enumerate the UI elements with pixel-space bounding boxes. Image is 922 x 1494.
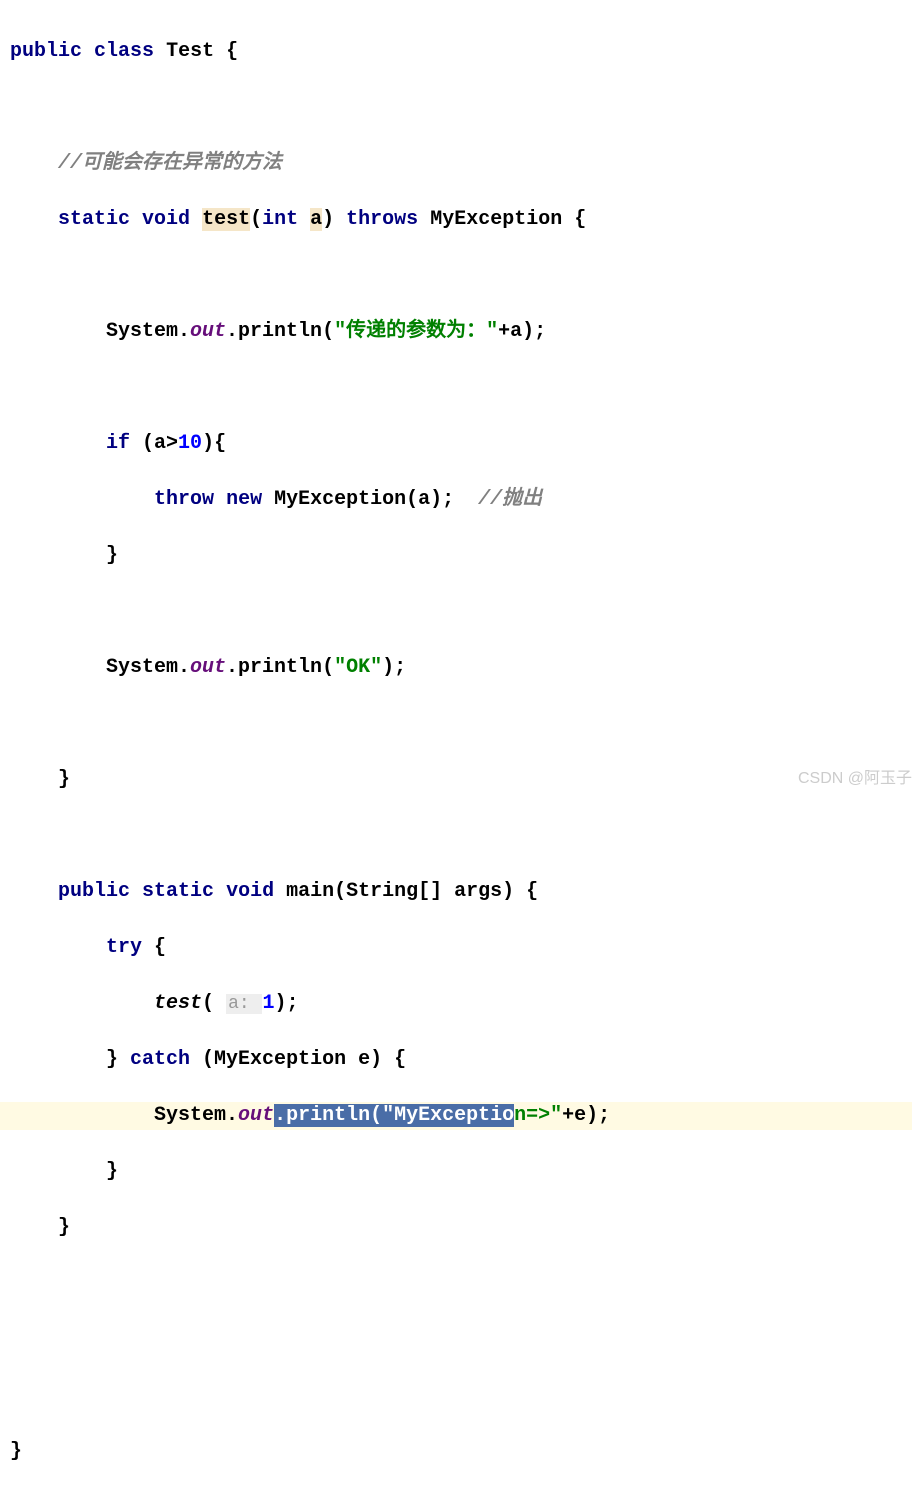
out-field: out xyxy=(190,656,226,679)
close-brace: } xyxy=(58,768,70,791)
keyword-static: static xyxy=(142,880,214,903)
suffix: +e); xyxy=(562,1104,610,1127)
exception-type: MyException { xyxy=(418,208,586,231)
keyword-public: public xyxy=(58,880,130,903)
brace: } xyxy=(106,1048,130,1071)
paren: ( xyxy=(202,992,226,1015)
method-name-highlighted: test xyxy=(202,208,250,231)
keyword-try: try xyxy=(106,936,142,959)
code-line[interactable]: if (a>10){ xyxy=(10,430,922,458)
code-line[interactable]: static void test(int a) throws MyExcepti… xyxy=(10,206,922,234)
keyword-new: new xyxy=(226,488,262,511)
blank-line[interactable] xyxy=(10,262,922,290)
keyword-void: void xyxy=(142,208,190,231)
system-prefix: System. xyxy=(106,320,190,343)
blank-line[interactable] xyxy=(10,1270,922,1298)
code-line[interactable]: throw new MyException(a); //抛出 xyxy=(10,486,922,514)
comment: //抛出 xyxy=(478,488,542,511)
number-literal: 10 xyxy=(178,432,202,455)
keyword-if: if xyxy=(106,432,130,455)
parameter-hint: a: xyxy=(226,994,262,1014)
string-literal: "传递的参数为：" xyxy=(334,320,498,343)
code-line[interactable]: public static void main(String[] args) { xyxy=(10,878,922,906)
keyword-throws: throws xyxy=(346,208,418,231)
selected-text: .println("MyExceptio xyxy=(274,1104,514,1127)
blank-line[interactable] xyxy=(10,710,922,738)
code-line[interactable]: test( a: 1); xyxy=(10,990,922,1018)
code-line[interactable]: } xyxy=(10,542,922,570)
keyword-int: int xyxy=(262,208,298,231)
string-literal: "OK" xyxy=(334,656,382,679)
keyword-static: static xyxy=(58,208,130,231)
out-field: out xyxy=(238,1104,274,1127)
method-call: test xyxy=(154,992,202,1015)
suffix: +a); xyxy=(498,320,546,343)
system-prefix: System. xyxy=(106,656,190,679)
keyword-class: class xyxy=(94,40,154,63)
close-brace: } xyxy=(106,1160,118,1183)
code-line[interactable]: } xyxy=(10,1438,922,1466)
throw-expr: MyException(a); xyxy=(262,488,478,511)
keyword-public: public xyxy=(10,40,82,63)
comment: //可能会存在异常的方法 xyxy=(58,152,282,175)
code-editor[interactable]: public class Test { //可能会存在异常的方法 static … xyxy=(0,10,922,1494)
paren: ) xyxy=(322,208,346,231)
blank-line[interactable] xyxy=(10,374,922,402)
blank-line[interactable] xyxy=(10,822,922,850)
condition-end: ){ xyxy=(202,432,226,455)
code-line[interactable]: } xyxy=(10,1214,922,1242)
close-brace: } xyxy=(10,1440,22,1463)
keyword-void: void xyxy=(226,880,274,903)
keyword-catch: catch xyxy=(130,1048,190,1071)
params: (String[] args) { xyxy=(334,880,538,903)
catch-params: (MyException e) { xyxy=(190,1048,406,1071)
out-field: out xyxy=(190,320,226,343)
class-name: Test xyxy=(166,40,214,63)
blank-line[interactable] xyxy=(10,94,922,122)
brace: { xyxy=(142,936,166,959)
code-line[interactable]: System.out.println("传递的参数为："+a); xyxy=(10,318,922,346)
code-line[interactable]: public class Test { xyxy=(10,38,922,66)
close-brace: } xyxy=(106,544,118,567)
method-call: .println( xyxy=(226,320,334,343)
paren: ); xyxy=(274,992,298,1015)
code-line[interactable]: } xyxy=(10,1158,922,1186)
close-brace: } xyxy=(58,1216,70,1239)
number-literal: 1 xyxy=(262,992,274,1015)
suffix: ); xyxy=(382,656,406,679)
brace: { xyxy=(214,40,238,63)
code-line[interactable]: System.out.println("OK"); xyxy=(10,654,922,682)
method-call: .println( xyxy=(226,656,334,679)
code-line[interactable]: } xyxy=(10,766,922,794)
string-literal: n=>" xyxy=(514,1104,562,1127)
code-line[interactable]: try { xyxy=(10,934,922,962)
method-name: main xyxy=(286,880,334,903)
paren: ( xyxy=(250,208,262,231)
highlighted-code-line[interactable]: System.out.println("MyException=>"+e); xyxy=(0,1102,912,1130)
system-prefix: System. xyxy=(154,1104,238,1127)
blank-line[interactable] xyxy=(10,598,922,626)
watermark: CSDN @阿玉子 xyxy=(798,768,912,790)
keyword-throw: throw xyxy=(154,488,214,511)
code-line[interactable]: } catch (MyException e) { xyxy=(10,1046,922,1074)
blank-line[interactable] xyxy=(10,1326,922,1354)
param-highlighted: a xyxy=(310,208,322,231)
code-line[interactable]: //可能会存在异常的方法 xyxy=(10,150,922,178)
condition: (a> xyxy=(130,432,178,455)
blank-line[interactable] xyxy=(10,1382,922,1410)
